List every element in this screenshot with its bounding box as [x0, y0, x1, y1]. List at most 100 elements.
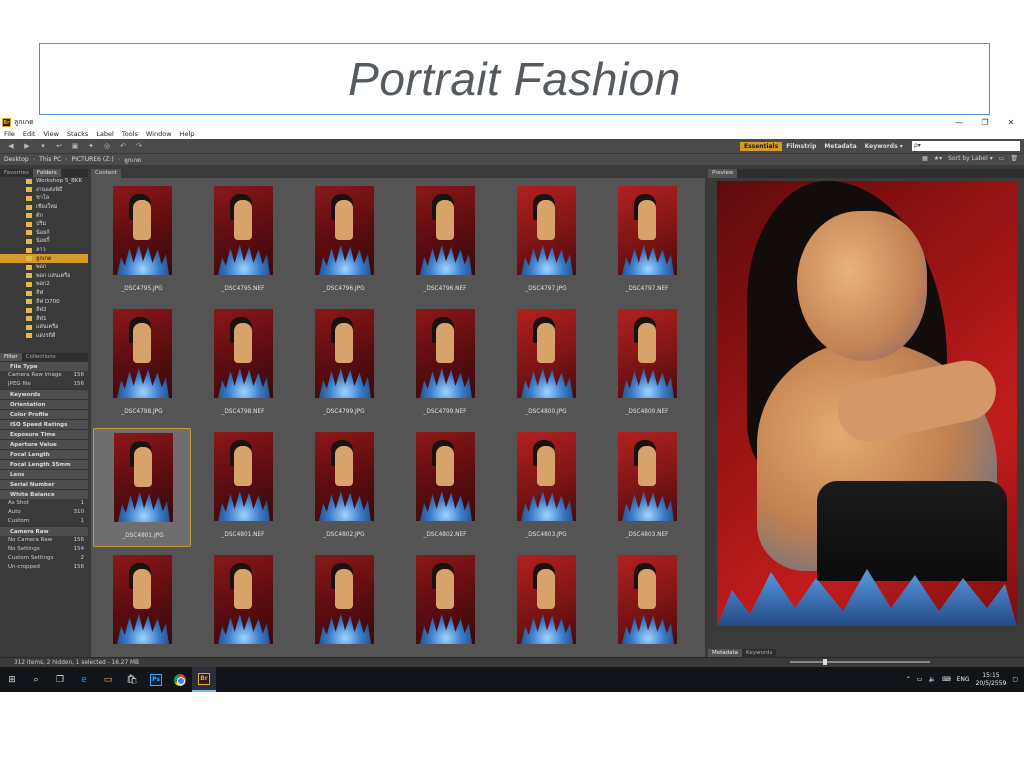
store-icon[interactable]: 🛍: [120, 667, 144, 692]
star-filter-icon[interactable]: ★▾: [934, 155, 942, 162]
thumbnail[interactable]: _DSC4796.JPG: [295, 182, 393, 301]
folder-item[interactable]: แสงรถีดี: [0, 332, 88, 341]
breadcrumb-this-pc[interactable]: This PC: [39, 156, 61, 163]
new-folder-icon[interactable]: ▭: [999, 155, 1005, 162]
thumbnail[interactable]: _DSC4803.JPG: [497, 428, 595, 547]
thumbnail[interactable]: _DSC4797.NEF: [598, 182, 696, 301]
boomerang-icon[interactable]: ↩: [54, 142, 64, 150]
volume-icon[interactable]: 🔈: [928, 676, 935, 683]
folder-item[interactable]: ตัก: [0, 211, 88, 220]
thumbnail[interactable]: [93, 551, 191, 670]
filter-category[interactable]: Orientation: [0, 399, 88, 409]
filter-option[interactable]: Auto 310: [0, 508, 88, 517]
tab-filter[interactable]: Filter: [0, 353, 22, 361]
filter-category[interactable]: Exposure Time: [0, 429, 88, 439]
filter-category[interactable]: Focal Length 35mm: [0, 459, 88, 469]
thumbnail[interactable]: _DSC4797.JPG: [497, 182, 595, 301]
folder-item[interactable]: งานแต่งพิธี: [0, 186, 88, 195]
chrome-taskbar-item[interactable]: [168, 667, 192, 692]
folder-item[interactable]: ปริม: [0, 220, 88, 229]
refine-icon[interactable]: ✦: [86, 142, 96, 150]
forward-icon[interactable]: ▶: [22, 142, 32, 150]
search-input[interactable]: ρ▾: [912, 141, 1020, 151]
recent-icon[interactable]: ▾: [38, 142, 48, 150]
sort-dropdown[interactable]: Sort by Label ▾: [948, 155, 993, 162]
thumbnail[interactable]: _DSC4801.JPG: [93, 428, 191, 547]
thumbnail[interactable]: _DSC4801.NEF: [194, 428, 292, 547]
photoshop-taskbar-item[interactable]: Ps: [144, 667, 168, 692]
filter-category[interactable]: White Balance: [0, 489, 88, 499]
folder-item[interactable]: ลีฬ1: [0, 315, 88, 324]
filter-option[interactable]: Un-cropped 156: [0, 563, 88, 572]
folder-item[interactable]: เชียงใหม่: [0, 203, 88, 212]
filter-category[interactable]: Lens: [0, 469, 88, 479]
chevron-up-icon[interactable]: ⌃: [906, 676, 911, 683]
folder-item[interactable]: ลีฬ: [0, 289, 88, 298]
menu-label[interactable]: Label: [92, 130, 118, 138]
menu-file[interactable]: File: [0, 130, 19, 138]
folder-item[interactable]: ลูกเกด: [0, 254, 88, 263]
quality-icon[interactable]: ▦: [922, 155, 928, 162]
thumbnail[interactable]: _DSC4799.NEF: [396, 305, 494, 424]
notification-icon[interactable]: ▢: [1012, 676, 1018, 683]
thumbnail[interactable]: _DSC4799.JPG: [295, 305, 393, 424]
thumbnail[interactable]: [194, 551, 292, 670]
thumbnail[interactable]: _DSC4803.NEF: [598, 428, 696, 547]
edge-icon[interactable]: e: [72, 667, 96, 692]
tab-metadata[interactable]: Metadata: [708, 649, 743, 657]
filter-category[interactable]: ISO Speed Ratings: [0, 419, 88, 429]
folder-item[interactable]: พอก2: [0, 280, 88, 289]
folder-item[interactable]: ลาว: [0, 246, 88, 255]
menu-window[interactable]: Window: [142, 130, 176, 138]
thumbnail[interactable]: _DSC4800.JPG: [497, 305, 595, 424]
filter-option[interactable]: Camera Raw image 156: [0, 371, 88, 380]
search-icon[interactable]: ⌕: [24, 667, 48, 692]
thumbnail[interactable]: _DSC4798.NEF: [194, 305, 292, 424]
thumbnail[interactable]: [598, 551, 696, 670]
thumbnail[interactable]: _DSC4795.NEF: [194, 182, 292, 301]
folder-item[interactable]: ชาโล: [0, 194, 88, 203]
tab-content[interactable]: Content: [91, 169, 121, 178]
filter-category[interactable]: Keywords: [0, 389, 88, 399]
menu-tools[interactable]: Tools: [118, 130, 142, 138]
workspace-filmstrip[interactable]: Filmstrip: [782, 142, 820, 151]
thumbnail[interactable]: _DSC4800.NEF: [598, 305, 696, 424]
thumbnail-size-slider[interactable]: [790, 659, 930, 665]
menu-stacks[interactable]: Stacks: [63, 130, 92, 138]
filter-category[interactable]: Focal Length: [0, 449, 88, 459]
thumbnail[interactable]: [497, 551, 595, 670]
minimize-icon[interactable]: —: [946, 117, 972, 128]
folder-item[interactable]: Workshop 5_BKK: [0, 177, 88, 186]
preview-image[interactable]: [717, 181, 1017, 626]
filter-option[interactable]: JPEG file 156: [0, 380, 88, 389]
tab-collections[interactable]: Collections: [22, 353, 60, 361]
menu-help[interactable]: Help: [176, 130, 199, 138]
thumbnail[interactable]: _DSC4796.NEF: [396, 182, 494, 301]
windows-start-icon[interactable]: ⊞: [0, 667, 24, 692]
folder-item[interactable]: พอก แสนเครือ: [0, 272, 88, 281]
workspace-keywords[interactable]: Keywords ▾: [861, 142, 907, 151]
filter-category[interactable]: Serial Number: [0, 479, 88, 489]
get-photos-icon[interactable]: ▣: [70, 142, 80, 150]
rotate-right-icon[interactable]: ↷: [134, 142, 144, 150]
slider-knob[interactable]: [823, 659, 827, 665]
filter-category[interactable]: File Type: [0, 361, 88, 371]
tab-folders[interactable]: Folders: [32, 169, 61, 177]
filter-option[interactable]: Custom 1: [0, 517, 88, 526]
folder-item[interactable]: ลีฬ D700: [0, 297, 88, 306]
thumbnail[interactable]: _DSC4802.JPG: [295, 428, 393, 547]
thumbnail[interactable]: _DSC4802.NEF: [396, 428, 494, 547]
workspace-metadata[interactable]: Metadata: [820, 142, 860, 151]
folder-item[interactable]: ลีฬ2: [0, 306, 88, 315]
filter-option[interactable]: No Camera Raw 156: [0, 536, 88, 545]
bridge-taskbar-item[interactable]: Br: [192, 667, 216, 692]
filter-option[interactable]: Custom Settings 2: [0, 554, 88, 563]
breadcrumb-drive[interactable]: PICTURE6 (Z:): [72, 156, 114, 163]
language-indicator[interactable]: ENG: [957, 676, 970, 683]
filter-category[interactable]: Aperture Value: [0, 439, 88, 449]
file-explorer-icon[interactable]: ▭: [96, 667, 120, 692]
keyboard-icon[interactable]: ⌨: [942, 676, 951, 683]
filter-option[interactable]: No Settings 154: [0, 545, 88, 554]
filter-category[interactable]: Color Profile: [0, 409, 88, 419]
menu-view[interactable]: View: [39, 130, 62, 138]
